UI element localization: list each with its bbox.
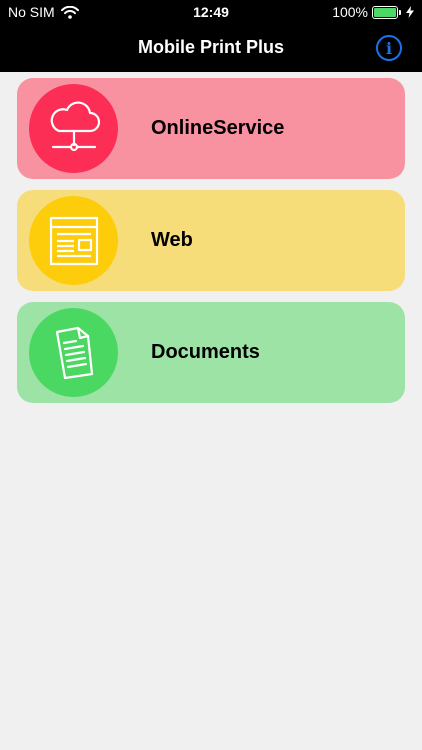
web-page-icon — [49, 216, 98, 265]
document-icon — [55, 326, 93, 379]
info-icon: i — [385, 38, 393, 58]
service-list: OnlineService Web Documents — [17, 78, 405, 414]
web-card[interactable]: Web — [17, 190, 405, 291]
navigation-bar: Mobile Print Plus i — [0, 24, 422, 72]
battery-percent: 100% — [332, 4, 368, 20]
status-right: 100% — [332, 4, 414, 20]
online-service-circle — [29, 84, 118, 173]
web-label: Web — [151, 229, 193, 251]
battery-icon — [372, 5, 401, 19]
top-bar: No SIM 12:49 100% Mobile Print Plus i — [0, 0, 422, 72]
documents-card[interactable]: Documents — [17, 302, 405, 403]
cloud-network-icon — [50, 100, 100, 151]
info-button[interactable]: i — [376, 35, 402, 61]
charging-bolt-icon — [406, 6, 414, 18]
web-circle — [29, 196, 118, 285]
online-service-card[interactable]: OnlineService — [17, 78, 405, 179]
online-service-label: OnlineService — [151, 117, 285, 139]
status-bar: No SIM 12:49 100% — [0, 0, 422, 24]
documents-circle — [29, 308, 118, 397]
page-title: Mobile Print Plus — [137, 37, 284, 57]
documents-label: Documents — [151, 341, 260, 363]
battery-fill — [374, 7, 396, 17]
